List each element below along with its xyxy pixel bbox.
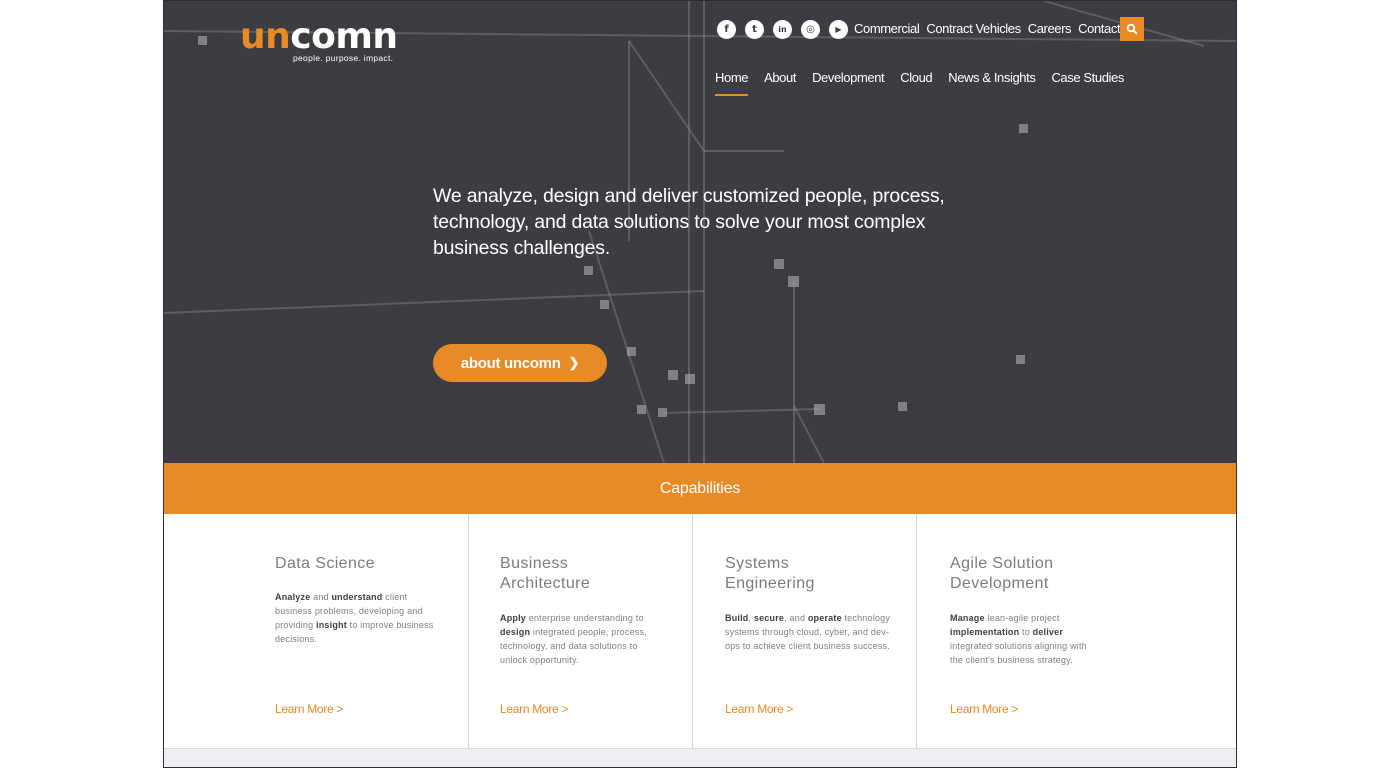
card-description: Manage lean-agile project implementation… (950, 613, 1087, 665)
card-divider (692, 514, 693, 749)
learn-more-link[interactable]: Learn More > (500, 702, 568, 716)
search-button[interactable] (1120, 17, 1144, 41)
about-button-label: about uncomn (460, 354, 561, 372)
main-nav: Home About Development Cloud News & Insi… (715, 69, 1124, 96)
card-title: Agile Solution Development (950, 555, 1054, 592)
learn-more-link[interactable]: Learn More > (725, 702, 793, 716)
card-description: Build, secure, and operate technology sy… (725, 613, 891, 651)
card-divider (916, 514, 917, 749)
util-link-commercial[interactable]: Commercial (854, 20, 920, 38)
card-description: Apply enterprise understanding to design… (500, 613, 647, 665)
card-title: Systems Engineering (725, 555, 815, 592)
util-link-careers[interactable]: Careers (1028, 20, 1072, 38)
card-business-architecture: Business Architecture Apply enterprise u… (500, 514, 680, 749)
card-title: Business Architecture (500, 555, 591, 592)
nav-about[interactable]: About (764, 69, 796, 96)
learn-more-link[interactable]: Learn More > (950, 702, 1018, 716)
logo-wordmark: uncomn (240, 16, 398, 57)
next-section-edge (164, 748, 1236, 767)
search-icon (1126, 23, 1138, 35)
card-description: Analyze and understand client business p… (275, 592, 434, 644)
capabilities-title: Capabilities (659, 479, 741, 497)
youtube-icon[interactable]: ▶ (829, 20, 848, 39)
browser-page: uncomn people. purpose. impact. f t in ◎… (163, 0, 1237, 768)
util-link-contact[interactable]: Contact (1078, 20, 1120, 38)
chevron-right-icon: ❯ (568, 355, 580, 370)
twitter-icon[interactable]: t (745, 20, 764, 39)
card-data-science: Data Science Analyze and understand clie… (275, 514, 455, 749)
nav-cloud[interactable]: Cloud (900, 69, 932, 96)
instagram-icon[interactable]: ◎ (801, 20, 820, 39)
utility-nav: Commercial Contract Vehicles Careers Con… (854, 20, 1121, 38)
nav-home[interactable]: Home (715, 69, 748, 96)
facebook-icon[interactable]: f (717, 20, 736, 39)
hero-section: uncomn people. purpose. impact. f t in ◎… (164, 1, 1236, 463)
learn-more-link[interactable]: Learn More > (275, 702, 343, 716)
social-links: f t in ◎ ▶ (717, 20, 848, 39)
uncomn-logo[interactable]: uncomn people. purpose. impact. (240, 16, 410, 65)
hero-headline: We analyze, design and deliver customize… (433, 185, 945, 259)
about-uncomn-button[interactable]: about uncomn ❯ (433, 344, 607, 382)
card-systems-engineering: Systems Engineering Build, secure, and o… (725, 514, 905, 749)
linkedin-icon[interactable]: in (773, 20, 792, 39)
card-agile-solution-development: Agile Solution Development Manage lean-a… (950, 514, 1130, 749)
card-divider (468, 514, 469, 749)
util-link-contract-vehicles[interactable]: Contract Vehicles (926, 20, 1021, 38)
capabilities-cards: Data Science Analyze and understand clie… (164, 514, 1236, 749)
card-title: Data Science (275, 555, 375, 572)
capabilities-header: Capabilities (164, 463, 1236, 514)
nav-news-insights[interactable]: News & Insights (948, 69, 1036, 96)
logo-tagline: people. purpose. impact. (293, 53, 394, 63)
nav-development[interactable]: Development (812, 69, 885, 96)
nav-case-studies[interactable]: Case Studies (1051, 69, 1124, 96)
